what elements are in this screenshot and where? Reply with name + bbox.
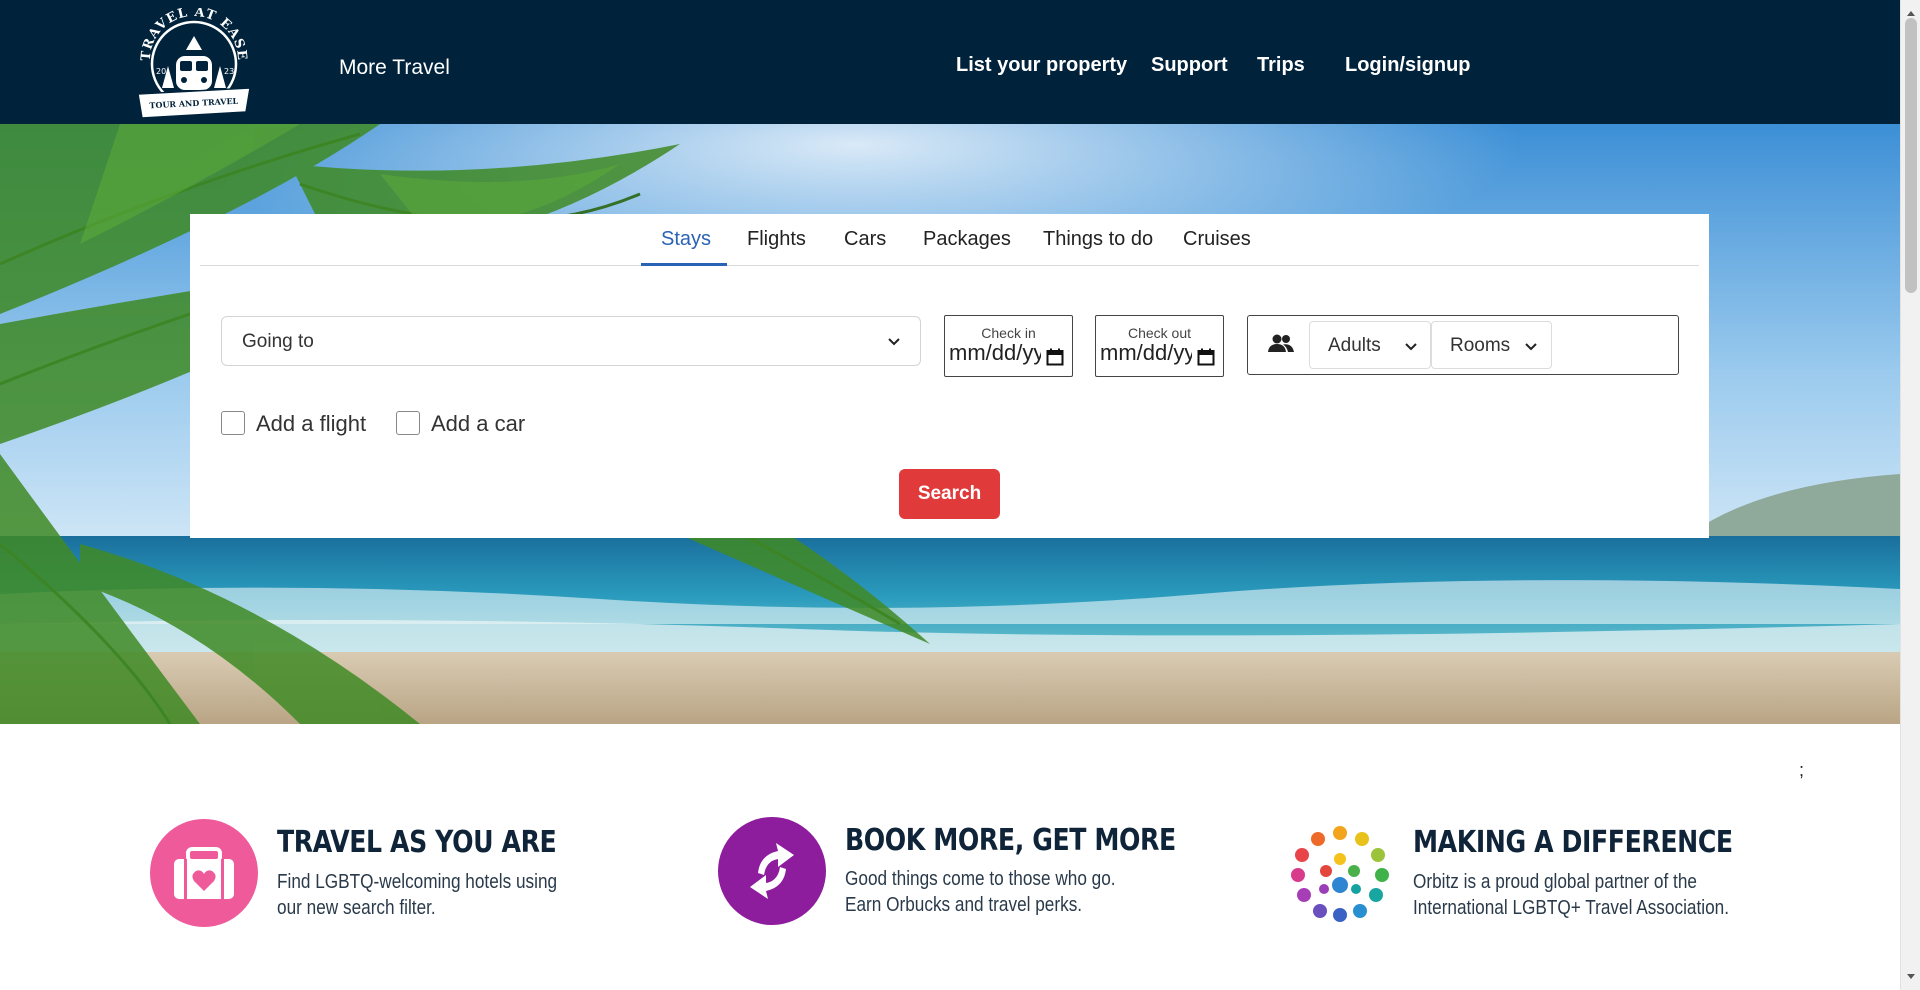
calendar-icon[interactable]	[1046, 348, 1064, 371]
promo-text-line: International LGBTQ+ Travel Association.	[1413, 897, 1729, 919]
promo-title-making-difference: MAKING A DIFFERENCE	[1413, 825, 1733, 860]
rooms-label: Rooms	[1450, 335, 1511, 356]
travel-at-ease-logo[interactable]: TRAVEL AT EASE 20 23 TOUR AND TRAVEL	[128, 5, 260, 123]
suitcase-heart-icon	[150, 819, 258, 927]
chevron-down-icon	[1405, 343, 1417, 351]
tab-things-to-do[interactable]: Things to do	[1043, 228, 1153, 251]
adults-dropdown[interactable]: Adults	[1309, 321, 1431, 369]
rooms-dropdown[interactable]: Rooms	[1431, 321, 1552, 369]
top-navigation-bar: TRAVEL AT EASE 20 23 TOUR AND TRAVEL Mor…	[0, 0, 1900, 124]
people-icon	[1268, 334, 1294, 359]
check-out-label: Check out	[1127, 325, 1192, 341]
going-to-label: Going to	[242, 331, 314, 352]
search-card: Stays Flights Cars Packages Things to do…	[190, 214, 1709, 538]
search-tabs: Stays Flights Cars Packages Things to do…	[200, 214, 1699, 266]
scroll-down-arrow-icon[interactable]	[1906, 968, 1916, 986]
check-in-label: Check in	[981, 325, 1036, 341]
tab-packages[interactable]: Packages	[923, 228, 1011, 251]
active-tab-underline	[641, 263, 727, 266]
promo-title-book-more: BOOK MORE, GET MORE	[845, 823, 1176, 858]
scrollbar-thumb[interactable]	[1905, 18, 1917, 293]
stray-text: ;	[1799, 760, 1805, 780]
trips-link[interactable]: Trips	[1257, 54, 1305, 77]
check-out-value[interactable]: mm/dd/yyyy	[1100, 340, 1192, 366]
tab-cars[interactable]: Cars	[844, 228, 886, 251]
promo-text-line: Earn Orbucks and travel perks.	[845, 894, 1083, 916]
checkbox-box[interactable]	[221, 411, 245, 435]
colorful-globe-icon	[1286, 819, 1394, 927]
chevron-down-icon	[1525, 343, 1537, 351]
promo-text-travel: Find LGBTQ-welcoming hotels using our ne…	[277, 869, 557, 921]
promo-text-line: Good things come to those who go.	[845, 868, 1116, 890]
tab-flights[interactable]: Flights	[747, 228, 806, 251]
promo-text-book-more: Good things come to those who go. Earn O…	[845, 866, 1116, 918]
more-travel-link[interactable]: More Travel	[339, 56, 450, 80]
check-in-field[interactable]: Check in mm/dd/yyyy	[944, 315, 1073, 377]
logo-year-right: 23	[224, 67, 234, 76]
going-to-select[interactable]: Going to	[221, 316, 921, 366]
add-car-label[interactable]: Add a car	[431, 411, 525, 437]
calendar-icon[interactable]	[1197, 348, 1215, 371]
exchange-arrows-icon	[718, 817, 826, 925]
chevron-down-icon	[886, 333, 902, 354]
promo-text-making-difference: Orbitz is a proud global partner of the …	[1413, 869, 1729, 921]
add-flight-label[interactable]: Add a flight	[256, 411, 366, 437]
check-out-field[interactable]: Check out mm/dd/yyyy	[1095, 315, 1224, 377]
promo-title-travel: TRAVEL AS YOU ARE	[277, 825, 557, 860]
check-in-value[interactable]: mm/dd/yyyy	[949, 340, 1041, 366]
promo-text-line: our new search filter.	[277, 897, 436, 919]
logo-year-left: 20	[156, 67, 166, 76]
checkbox-box[interactable]	[396, 411, 420, 435]
tab-cruises[interactable]: Cruises	[1183, 228, 1251, 251]
promo-text-line: Find LGBTQ-welcoming hotels using	[277, 871, 558, 893]
support-link[interactable]: Support	[1151, 54, 1228, 77]
promo-text-line: Orbitz is a proud global partner of the	[1413, 871, 1697, 893]
list-your-property-link[interactable]: List your property	[956, 54, 1127, 77]
adults-label: Adults	[1328, 335, 1381, 356]
search-button[interactable]: Search	[899, 469, 1000, 519]
tab-stays[interactable]: Stays	[661, 228, 711, 251]
guests-selector: Adults Rooms	[1247, 315, 1679, 375]
login-signup-link[interactable]: Login/signup	[1345, 54, 1471, 77]
page-scrollbar[interactable]	[1900, 0, 1920, 990]
